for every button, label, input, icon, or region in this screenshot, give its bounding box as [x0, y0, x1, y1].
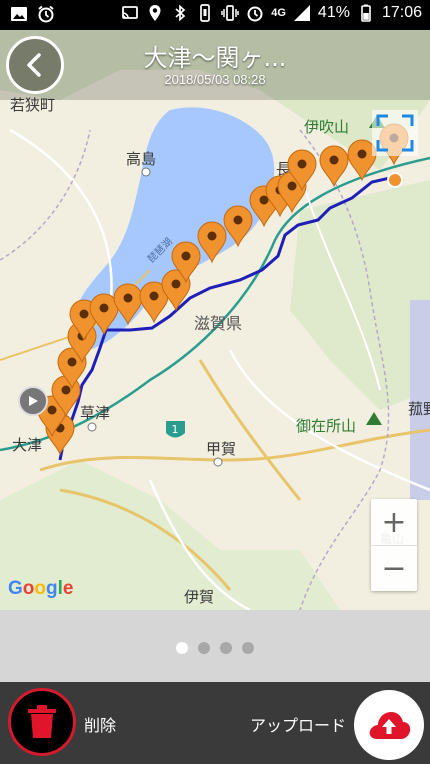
phone-signal-icon [200, 4, 211, 22]
alarm-notification-icon [38, 5, 54, 23]
start-marker-play-icon[interactable] [18, 386, 48, 416]
location-icon [149, 5, 161, 21]
page-title: 大津〜関ヶ... [143, 44, 287, 72]
route-pin-icon[interactable] [197, 221, 227, 264]
image-notification-icon [11, 7, 27, 21]
zoom-controls: + − [371, 499, 417, 591]
route-map[interactable]: 1 若狭町 高島 伊吹山 長浜 琵琶湖 滋賀県 草津 大津 御在所山 甲賀 亀山… [0, 30, 430, 610]
cell-signal-icon [293, 5, 310, 21]
status-bar: 4G 41% 17:06 [0, 0, 430, 30]
fullscreen-button[interactable] [372, 110, 418, 156]
zoom-in-button[interactable]: + [371, 499, 417, 545]
upload-label: アップロード [249, 716, 346, 735]
route-pin-icon[interactable] [113, 283, 143, 326]
chevron-left-icon [27, 53, 41, 77]
alarm-icon [247, 6, 263, 22]
route-pin-icon[interactable] [319, 145, 349, 188]
zoom-out-button[interactable]: − [371, 545, 417, 591]
clock: 17:06 [381, 4, 422, 21]
upload-button[interactable] [354, 690, 424, 760]
back-button[interactable] [6, 36, 64, 94]
delete-button[interactable] [8, 688, 76, 756]
route-pins[interactable] [0, 30, 430, 610]
battery-percent: 41% [317, 4, 350, 21]
vibrate-icon [221, 5, 239, 21]
bluetooth-icon [175, 4, 186, 22]
network-type: 4G [271, 7, 286, 19]
page-dot[interactable] [198, 642, 210, 654]
fullscreen-icon [372, 110, 418, 156]
page-dot[interactable] [176, 642, 188, 654]
google-logo: Google [8, 578, 74, 599]
delete-label: 削除 [84, 716, 117, 735]
track-date: 2018/05/03 08:28 [164, 72, 266, 87]
battery-icon [361, 4, 371, 22]
page-indicator [0, 642, 430, 654]
cloud-upload-icon [369, 712, 411, 739]
page-dot[interactable] [220, 642, 232, 654]
page-dot[interactable] [242, 642, 254, 654]
cast-icon [122, 6, 139, 19]
route-pin-icon[interactable] [223, 205, 253, 248]
trash-icon [28, 705, 56, 738]
